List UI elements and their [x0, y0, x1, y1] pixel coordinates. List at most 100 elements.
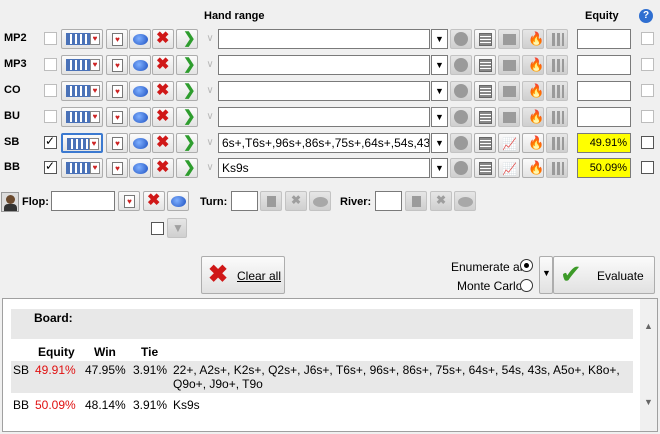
history-chevron-icon[interactable]: ∨	[203, 108, 217, 126]
hand-matrix-button[interactable]	[474, 107, 496, 127]
history-chevron-icon[interactable]: ∨	[203, 134, 217, 152]
row-select-checkbox[interactable]	[641, 32, 654, 45]
range-matrix-button[interactable]: ♥	[61, 55, 103, 75]
random-hand-button[interactable]	[129, 29, 151, 49]
hand-range-dropdown[interactable]: ▼	[431, 158, 448, 178]
graph-button[interactable]: 📈	[498, 133, 520, 153]
clear-row-button[interactable]: ✖	[152, 29, 174, 49]
random-hand-button[interactable]	[129, 55, 151, 75]
row-select-checkbox[interactable]	[641, 161, 654, 174]
flop-card-picker-button[interactable]: ♥	[118, 191, 140, 211]
clear-row-button[interactable]: ✖	[152, 55, 174, 75]
clear-all-button[interactable]: ✖ Clear all	[201, 256, 285, 294]
scroll-up-icon[interactable]: ▲	[644, 321, 653, 331]
weight-button[interactable]	[450, 158, 472, 178]
range-matrix-button[interactable]: ♥	[61, 81, 103, 101]
player-enabled-checkbox[interactable]: ✓	[44, 134, 57, 149]
flop-filter-checkbox[interactable]	[151, 222, 164, 235]
range-matrix-button[interactable]: ♥	[61, 29, 103, 49]
grid-icon	[479, 162, 492, 175]
hand-range-input[interactable]	[218, 55, 430, 75]
hand-range-input[interactable]: Ks9s	[218, 158, 430, 178]
card-picker-button[interactable]: ♥	[106, 81, 128, 101]
hand-range-dropdown[interactable]: ▼	[431, 55, 448, 75]
card-picker-button[interactable]: ♥	[106, 133, 128, 153]
apply-range-button[interactable]: ❯	[176, 55, 198, 75]
flop-clear-button[interactable]: ✖	[143, 191, 165, 211]
hand-matrix-button[interactable]	[474, 29, 496, 49]
row-select-checkbox[interactable]	[641, 110, 654, 123]
player-enabled-checkbox[interactable]	[44, 58, 57, 71]
hot-hands-button[interactable]: 🔥	[522, 158, 544, 178]
scroll-down-icon[interactable]: ▼	[644, 397, 653, 407]
help-icon[interactable]: ?	[639, 9, 653, 23]
river-input[interactable]	[375, 191, 402, 211]
hand-range-dropdown[interactable]: ▼	[431, 29, 448, 49]
range-matrix-button[interactable]: ♥	[61, 158, 103, 178]
weight-button[interactable]	[450, 133, 472, 153]
hand-range-input[interactable]	[218, 29, 430, 49]
card-picker-button[interactable]: ♥	[106, 55, 128, 75]
player-enabled-checkbox[interactable]	[44, 84, 57, 97]
clear-row-button[interactable]: ✖	[152, 158, 174, 178]
player-enabled-checkbox[interactable]	[44, 110, 57, 123]
row-select-checkbox[interactable]	[641, 84, 654, 97]
card-picker-button[interactable]: ♥	[106, 29, 128, 49]
apply-range-button[interactable]: ❯	[176, 29, 198, 49]
random-hand-button[interactable]	[129, 158, 151, 178]
history-chevron-icon[interactable]: ∨	[203, 56, 217, 74]
weight-button	[450, 29, 472, 49]
player-icon[interactable]	[1, 192, 19, 212]
random-hand-button[interactable]	[129, 133, 151, 153]
hand-range-dropdown[interactable]: ▼	[431, 81, 448, 101]
filter-button[interactable]: ▼	[167, 218, 187, 238]
flop-random-button[interactable]	[167, 191, 189, 211]
player-enabled-checkbox[interactable]: ✓	[44, 159, 57, 174]
hand-matrix-button[interactable]	[474, 81, 496, 101]
history-chevron-icon[interactable]: ∨	[203, 159, 217, 177]
player-enabled-checkbox[interactable]	[44, 32, 57, 45]
apply-range-button[interactable]: ❯	[176, 158, 198, 178]
hand-range-input[interactable]	[218, 107, 430, 127]
hand-matrix-button[interactable]	[474, 158, 496, 178]
row-select-checkbox[interactable]	[641, 136, 654, 149]
row-select-checkbox[interactable]	[641, 58, 654, 71]
evaluate-button[interactable]: ✔ Evaluate	[553, 256, 655, 294]
card-picker-button[interactable]: ♥	[106, 158, 128, 178]
green-arrow-icon: ❯	[183, 30, 196, 47]
apply-range-button[interactable]: ❯	[176, 133, 198, 153]
hand-matrix-button[interactable]	[474, 133, 496, 153]
range-matrix-button[interactable]: ♥	[61, 133, 103, 153]
turn-input[interactable]	[231, 191, 258, 211]
history-chevron-icon[interactable]: ∨	[203, 82, 217, 100]
stats-button	[546, 29, 568, 49]
stats-button[interactable]	[546, 158, 568, 178]
clear-row-button[interactable]: ✖	[152, 81, 174, 101]
hand-range-input[interactable]	[218, 81, 430, 101]
clear-row-button[interactable]: ✖	[152, 107, 174, 127]
flop-input[interactable]	[51, 191, 115, 211]
clear-row-button[interactable]: ✖	[152, 133, 174, 153]
graph-button[interactable]: 📈	[498, 158, 520, 178]
enumerate-all-radio[interactable]	[520, 259, 533, 272]
apply-range-button[interactable]: ❯	[176, 107, 198, 127]
card-picker-button[interactable]: ♥	[106, 107, 128, 127]
apply-range-button[interactable]: ❯	[176, 81, 198, 101]
random-hand-button[interactable]	[129, 107, 151, 127]
position-label: BU	[4, 110, 20, 122]
history-chevron-icon[interactable]: ∨	[203, 30, 217, 48]
hand-range-dropdown[interactable]: ▼	[431, 107, 448, 127]
hand-range-dropdown[interactable]: ▼	[431, 133, 448, 153]
river-clear-button: ✖	[430, 191, 452, 211]
results-scrollbar[interactable]: ▲ ▼	[640, 299, 657, 431]
random-hand-button[interactable]	[129, 81, 151, 101]
hand-matrix-button[interactable]	[474, 55, 496, 75]
graph-button	[498, 107, 520, 127]
range-matrix-button[interactable]: ♥	[61, 107, 103, 127]
hand-range-input[interactable]: 6s+,T6s+,96s+,86s+,75s+,64s+,54s,43s	[218, 133, 430, 153]
hot-hands-button[interactable]: 🔥	[522, 133, 544, 153]
evaluate-options-button[interactable]: ▼	[539, 256, 553, 294]
chips-icon	[133, 86, 148, 97]
stats-button[interactable]	[546, 133, 568, 153]
monte-carlo-radio[interactable]	[520, 279, 533, 292]
